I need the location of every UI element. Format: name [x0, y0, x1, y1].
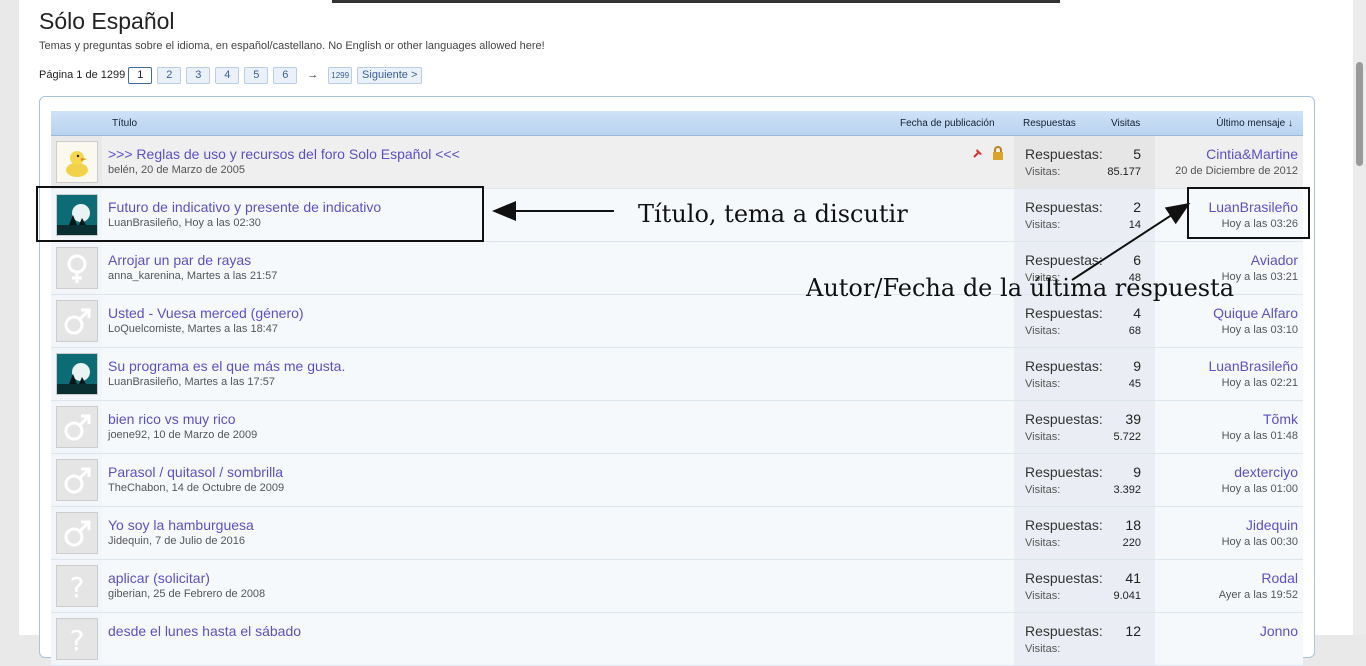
annotation-last-note: Autor/Fecha de la última respuesta	[806, 274, 1235, 302]
scrollbar[interactable]	[1353, 0, 1366, 635]
scrollbar-thumb[interactable]	[1356, 62, 1363, 166]
views-label: Visitas:	[1025, 643, 1061, 655]
annotation-arrow-last	[1071, 202, 1191, 281]
annotation-title-note: Título, tema a discutir	[638, 200, 908, 228]
annotation-arrows	[492, 201, 1191, 281]
